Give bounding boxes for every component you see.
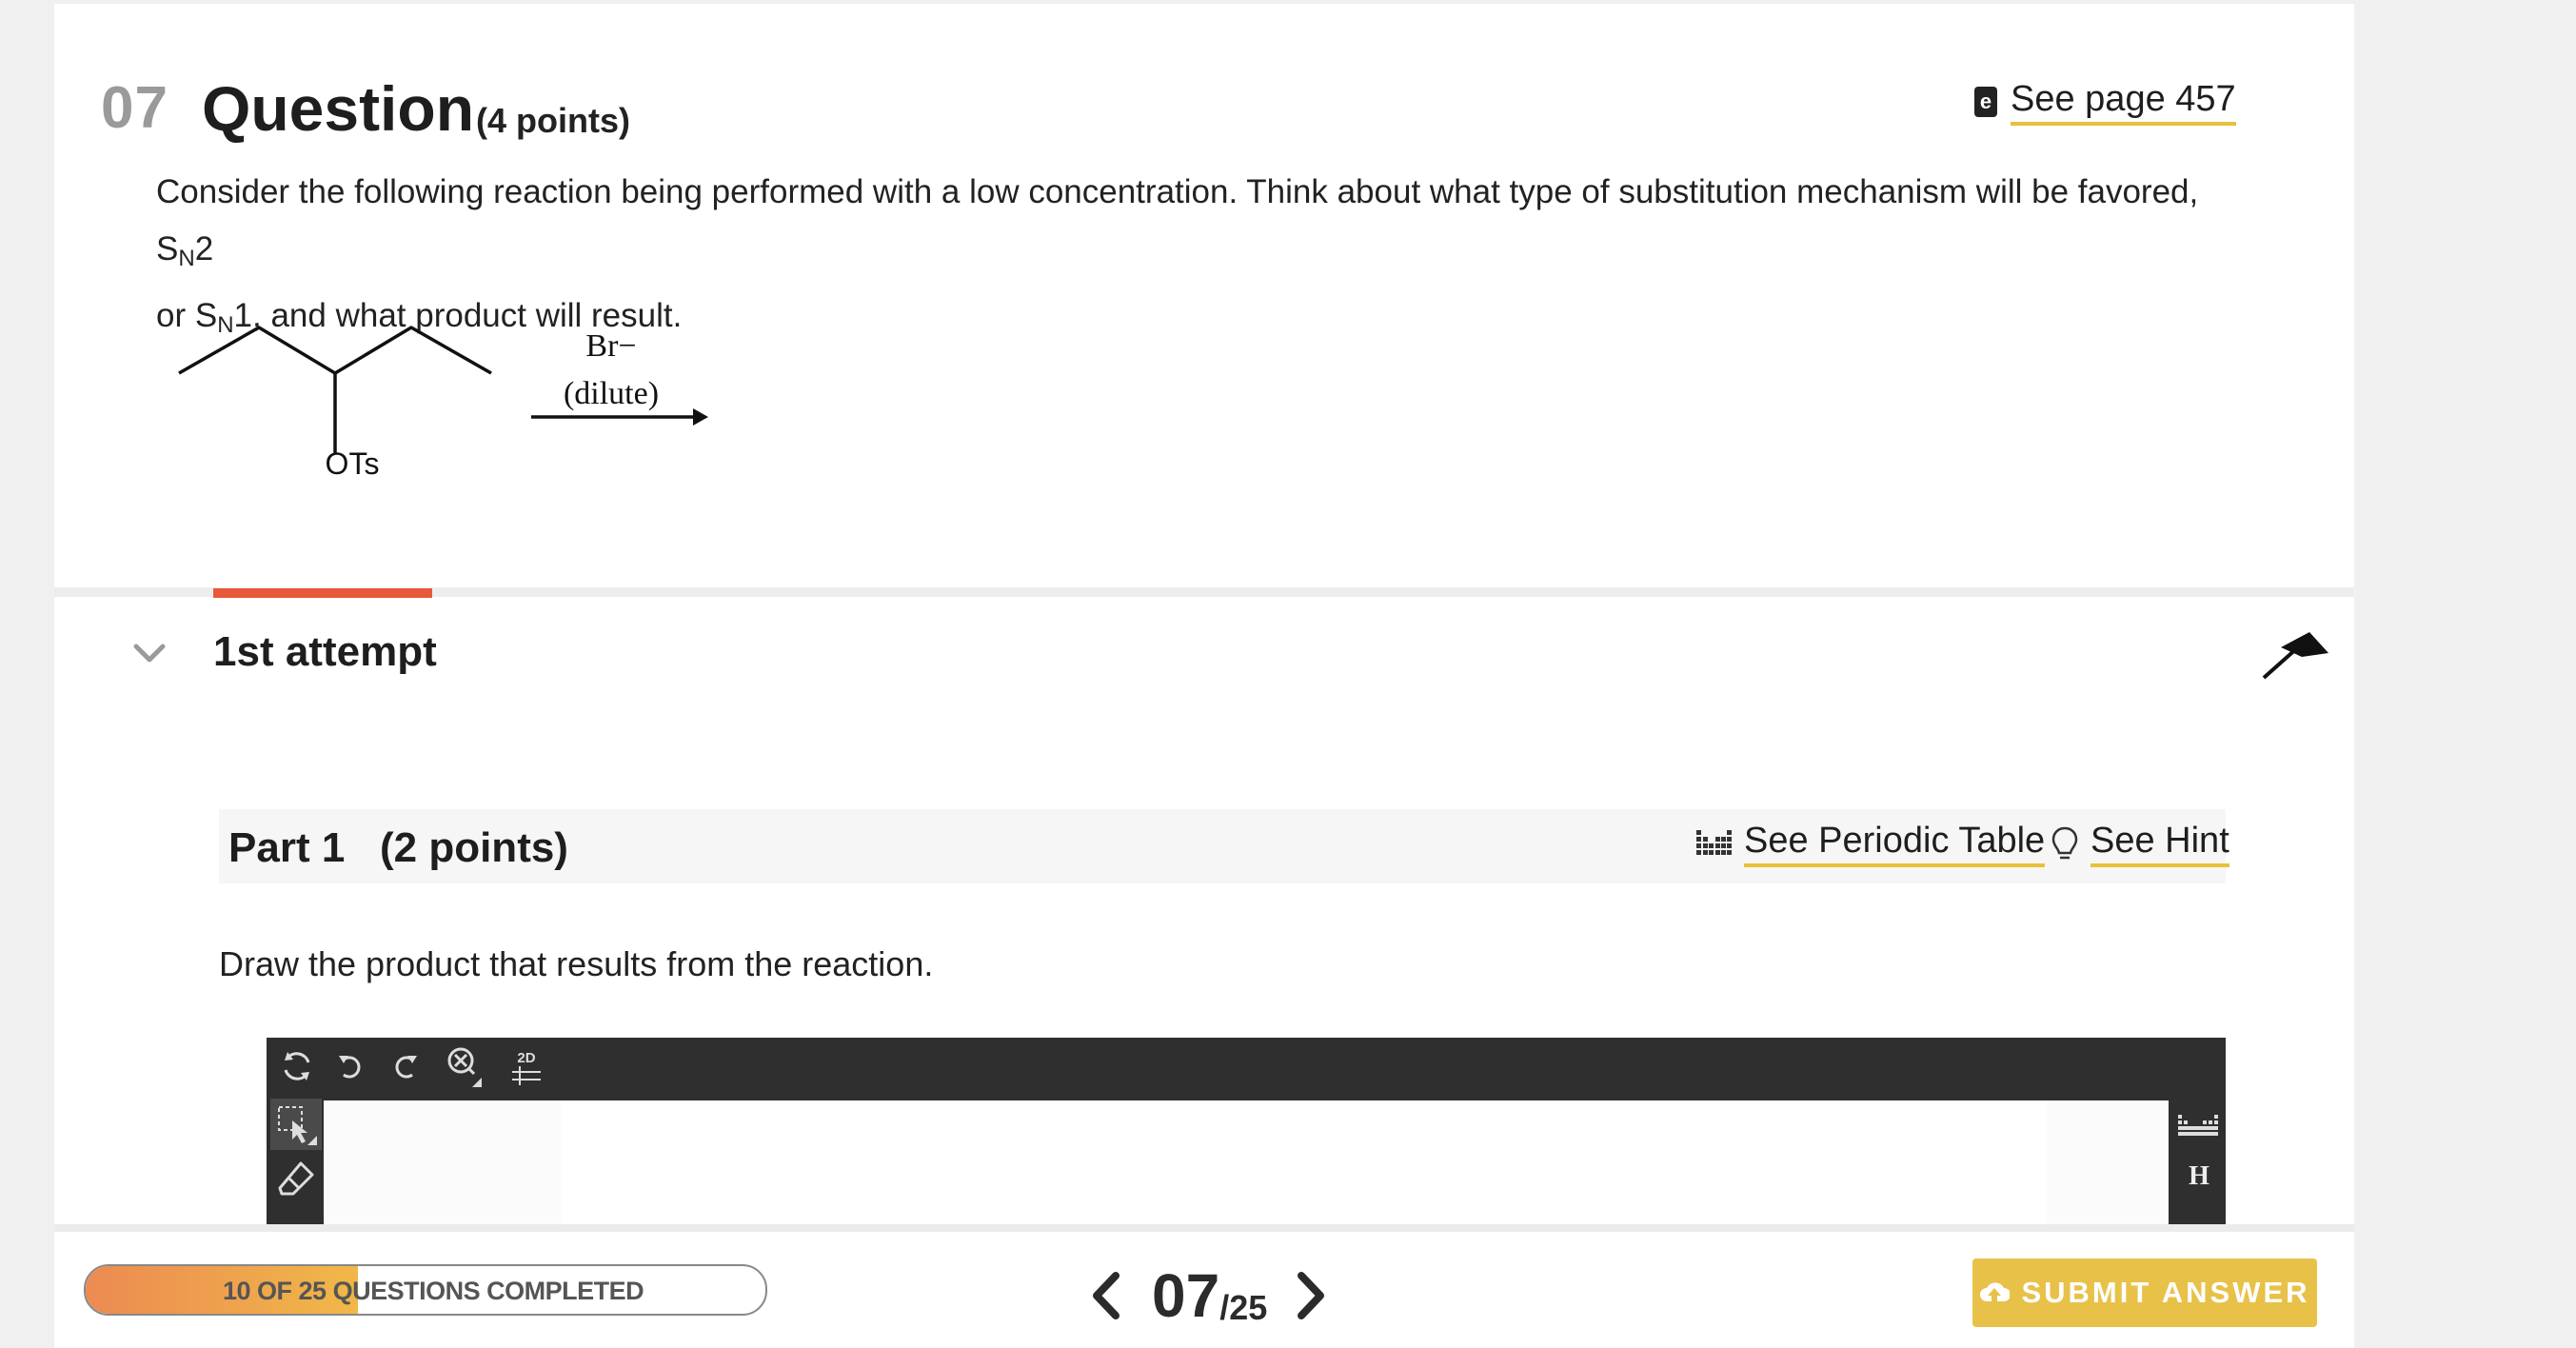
clean-2d-label: 2D <box>517 1049 536 1066</box>
see-page-link[interactable]: e See page 457 <box>1974 78 2236 126</box>
submit-answer-button[interactable]: SUBMIT ANSWER <box>1972 1259 2317 1327</box>
progress-bar: 10 OF 25 QUESTIONS COMPLETED <box>84 1264 767 1316</box>
cloud-upload-icon <box>1980 1282 2011 1303</box>
hydrogen-atom-button[interactable]: H <box>2180 1156 2218 1198</box>
reaction-scheme: OTs Br− (dilute) <box>178 326 708 481</box>
attempt-label: 1st attempt <box>213 628 437 675</box>
ebook-icon: e <box>1974 87 1997 117</box>
clean-2d-icon[interactable]: 2D <box>508 1045 545 1089</box>
lightbulb-icon <box>2051 826 2078 859</box>
see-periodic-table-link[interactable]: See Periodic Table <box>1696 821 2046 867</box>
current-question: 07 <box>1152 1261 1220 1330</box>
periodic-table-tool-icon[interactable] <box>2174 1106 2222 1150</box>
editor-drawing-area[interactable] <box>562 1100 2047 1228</box>
part-title: Part 1 (2 points) <box>228 824 568 871</box>
arrow-head <box>693 408 708 426</box>
carbon-skeleton <box>178 326 492 375</box>
submit-answer-label: SUBMIT ANSWER <box>2021 1276 2310 1309</box>
hint-label: See Hint <box>2091 821 2229 867</box>
attempt-tab-indicator <box>213 588 432 598</box>
progress-label: 10 OF 25 QUESTIONS COMPLETED <box>223 1277 644 1305</box>
question-title: Question <box>202 73 475 144</box>
select-tool-icon[interactable] <box>270 1099 322 1150</box>
reagent-label: Br− <box>585 328 636 364</box>
collapse-icon[interactable] <box>2260 632 2330 682</box>
footer-separator <box>54 1224 2354 1232</box>
clear-icon[interactable] <box>278 1047 316 1085</box>
next-question-icon[interactable] <box>1292 1270 1330 1321</box>
editor-canvas[interactable] <box>324 1100 2169 1228</box>
see-page-label: See page 457 <box>2011 79 2236 126</box>
molecule-editor: 2D H <box>267 1038 2226 1228</box>
zoom-delete-icon[interactable] <box>444 1045 485 1087</box>
part-instruction: Draw the product that results from the r… <box>219 944 934 983</box>
leaving-group-label: OTs <box>326 446 380 481</box>
redo-icon[interactable] <box>388 1049 423 1083</box>
eraser-icon[interactable] <box>272 1156 320 1203</box>
condition-label: (dilute) <box>564 376 659 411</box>
previous-question-icon[interactable] <box>1087 1270 1125 1321</box>
total-questions: /25 <box>1219 1288 1268 1327</box>
undo-icon[interactable] <box>333 1049 367 1083</box>
periodic-table-icon <box>1696 829 1732 855</box>
see-hint-link[interactable]: See Hint <box>2051 821 2229 867</box>
chevron-down-icon[interactable] <box>133 643 166 665</box>
question-number: 07 <box>101 75 168 141</box>
question-points: (4 points) <box>476 101 630 140</box>
question-pager: 07 /25 <box>1087 1253 1330 1338</box>
periodic-table-label: See Periodic Table <box>1744 821 2046 867</box>
